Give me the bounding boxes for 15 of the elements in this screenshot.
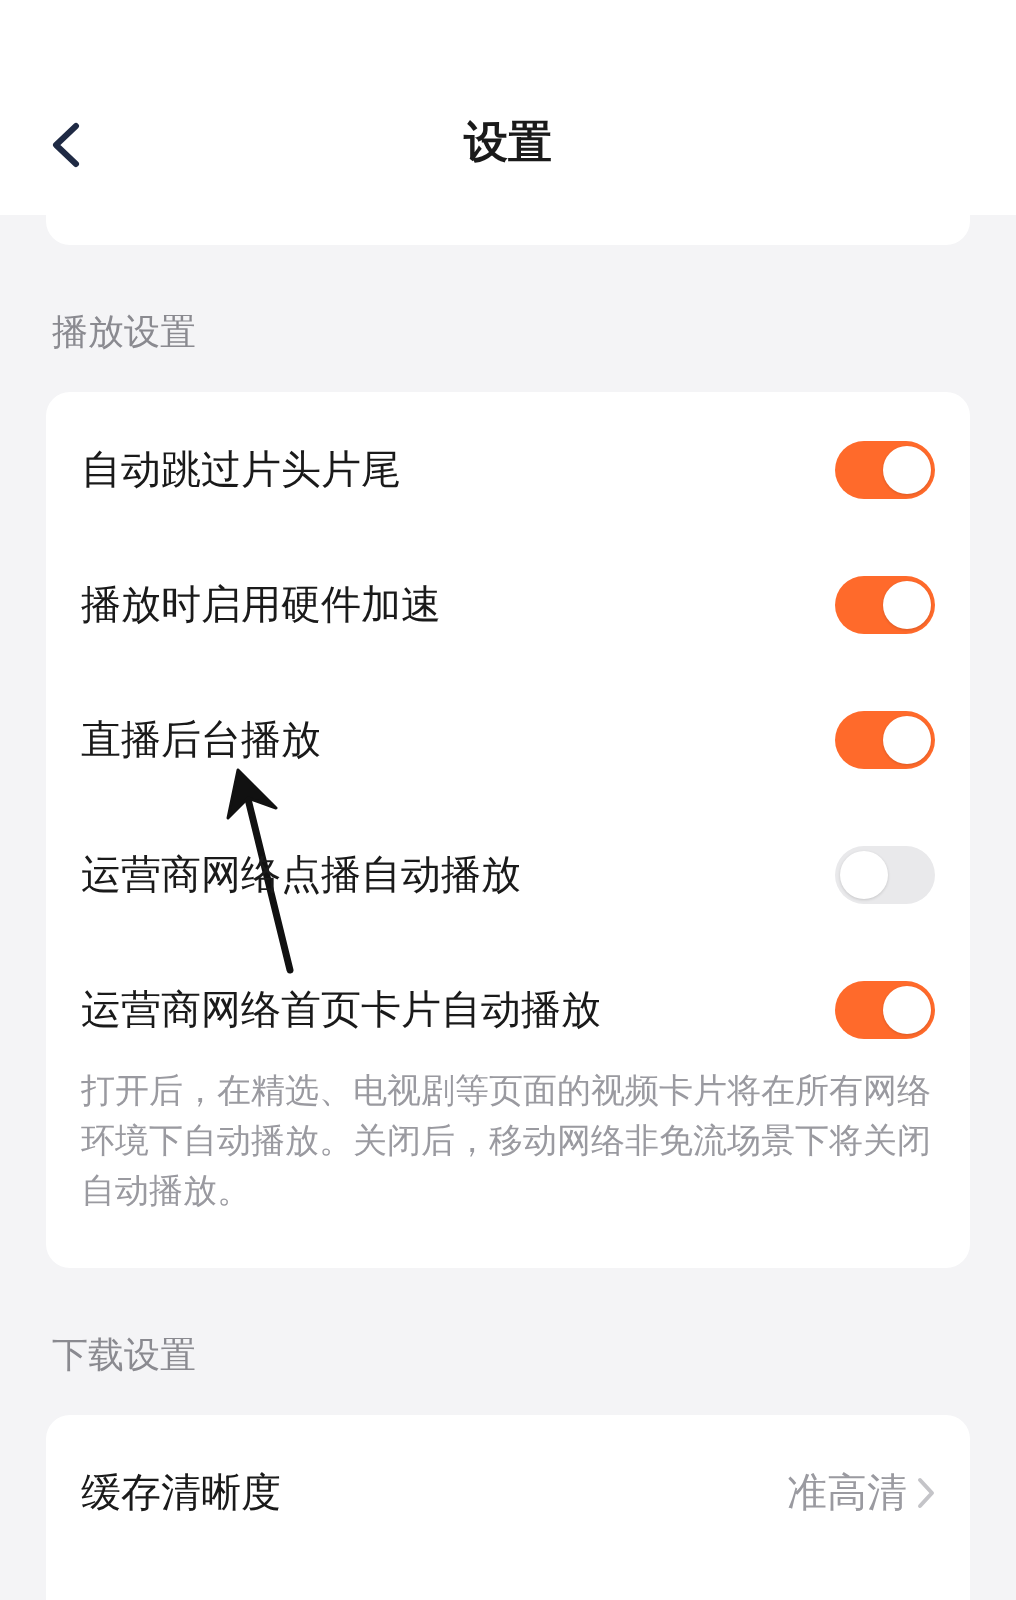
- section-title: 播放设置: [52, 310, 197, 354]
- chevron-right-icon: [917, 1476, 935, 1509]
- setting-label: 运营商网络首页卡片自动播放: [81, 985, 601, 1034]
- toggle-switch[interactable]: [835, 575, 935, 634]
- toggle-switch[interactable]: [835, 710, 935, 769]
- setting-label: 缓存清晰度: [81, 1468, 281, 1517]
- setting-description: 打开后，在精选、电视剧等页面的视频卡片将在所有网络环境下自动播放。关闭后，移动网络非免流场景下将关闭自动播放。: [81, 1069, 932, 1212]
- setting-value[interactable]: 准高清: [787, 1465, 907, 1520]
- setting-label: 播放时启用硬件加速: [81, 580, 441, 629]
- toggle-switch[interactable]: [835, 440, 935, 499]
- toggle-switch[interactable]: [835, 980, 935, 1039]
- setting-label: 直播后台播放: [81, 715, 321, 764]
- section-title: 下载设置: [52, 1333, 197, 1377]
- setting-label: 自动跳过片头片尾: [81, 445, 401, 494]
- page-title: 设置: [464, 115, 552, 169]
